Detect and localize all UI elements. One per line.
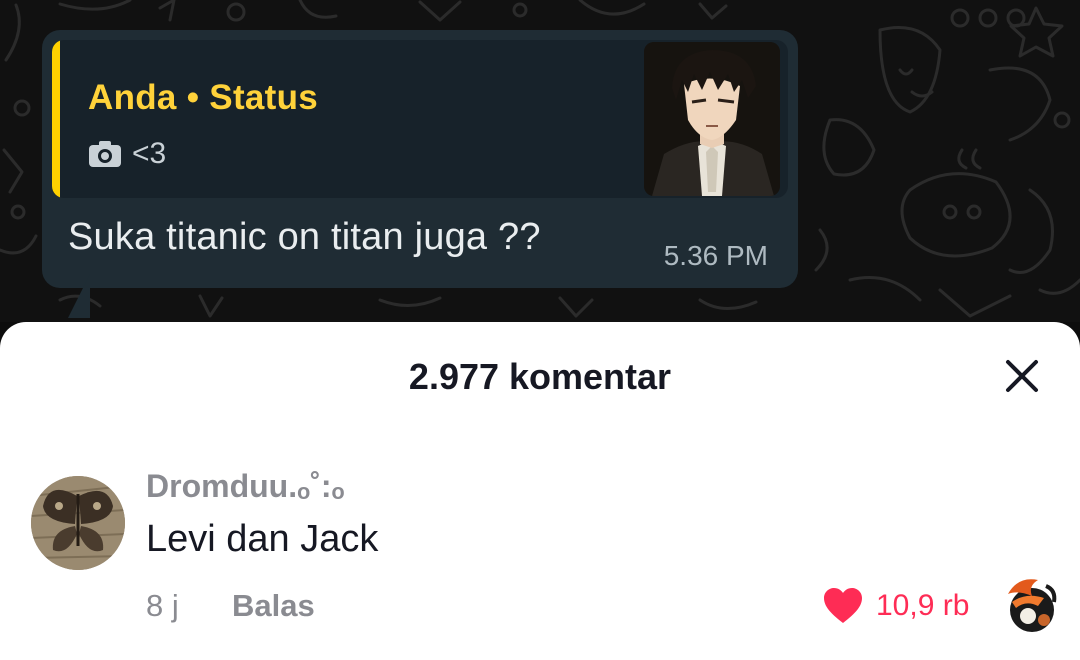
- comment-username[interactable]: Dromduu.ₒ˚:ₒ: [146, 468, 345, 505]
- comments-sheet: 2.977 komentar Dromduu.ₒ˚:ₒ Levi dan Jac…: [0, 322, 1080, 660]
- camera-icon: [89, 141, 121, 167]
- like-button[interactable]: 10,9 rb: [822, 586, 969, 626]
- message-text: Suka titanic on titan juga ??: [68, 216, 541, 258]
- reply-button[interactable]: Balas: [232, 588, 315, 624]
- close-icon[interactable]: [1002, 356, 1042, 396]
- anime-character-image: [644, 42, 780, 196]
- comment-count-title: 2.977 komentar: [408, 356, 672, 397]
- quote-caption-row: <3: [88, 136, 166, 172]
- butterfly-avatar-image: [31, 476, 125, 570]
- heart-icon: [824, 588, 862, 623]
- like-count: 10,9 rb: [876, 589, 970, 622]
- creator-liked-sticker: [1008, 579, 1057, 632]
- comment-timestamp: 8 j: [146, 588, 179, 623]
- comment-text: Levi dan Jack: [146, 518, 379, 560]
- chat-screenshot: Anda • Status <3 Suka titanic on titan j…: [0, 0, 1080, 322]
- bubble-tail: [68, 274, 90, 318]
- message-timestamp: 5.36 PM: [663, 240, 768, 271]
- quote-title: Anda • Status: [88, 78, 319, 117]
- status-reply-quote[interactable]: Anda • Status <3: [52, 40, 788, 198]
- quote-caption: <3: [132, 137, 167, 170]
- avatar[interactable]: [31, 476, 125, 570]
- quote-accent-bar: [52, 40, 60, 198]
- status-thumbnail[interactable]: [644, 42, 780, 196]
- chat-message-bubble[interactable]: Anda • Status <3 Suka titanic on titan j…: [42, 30, 798, 318]
